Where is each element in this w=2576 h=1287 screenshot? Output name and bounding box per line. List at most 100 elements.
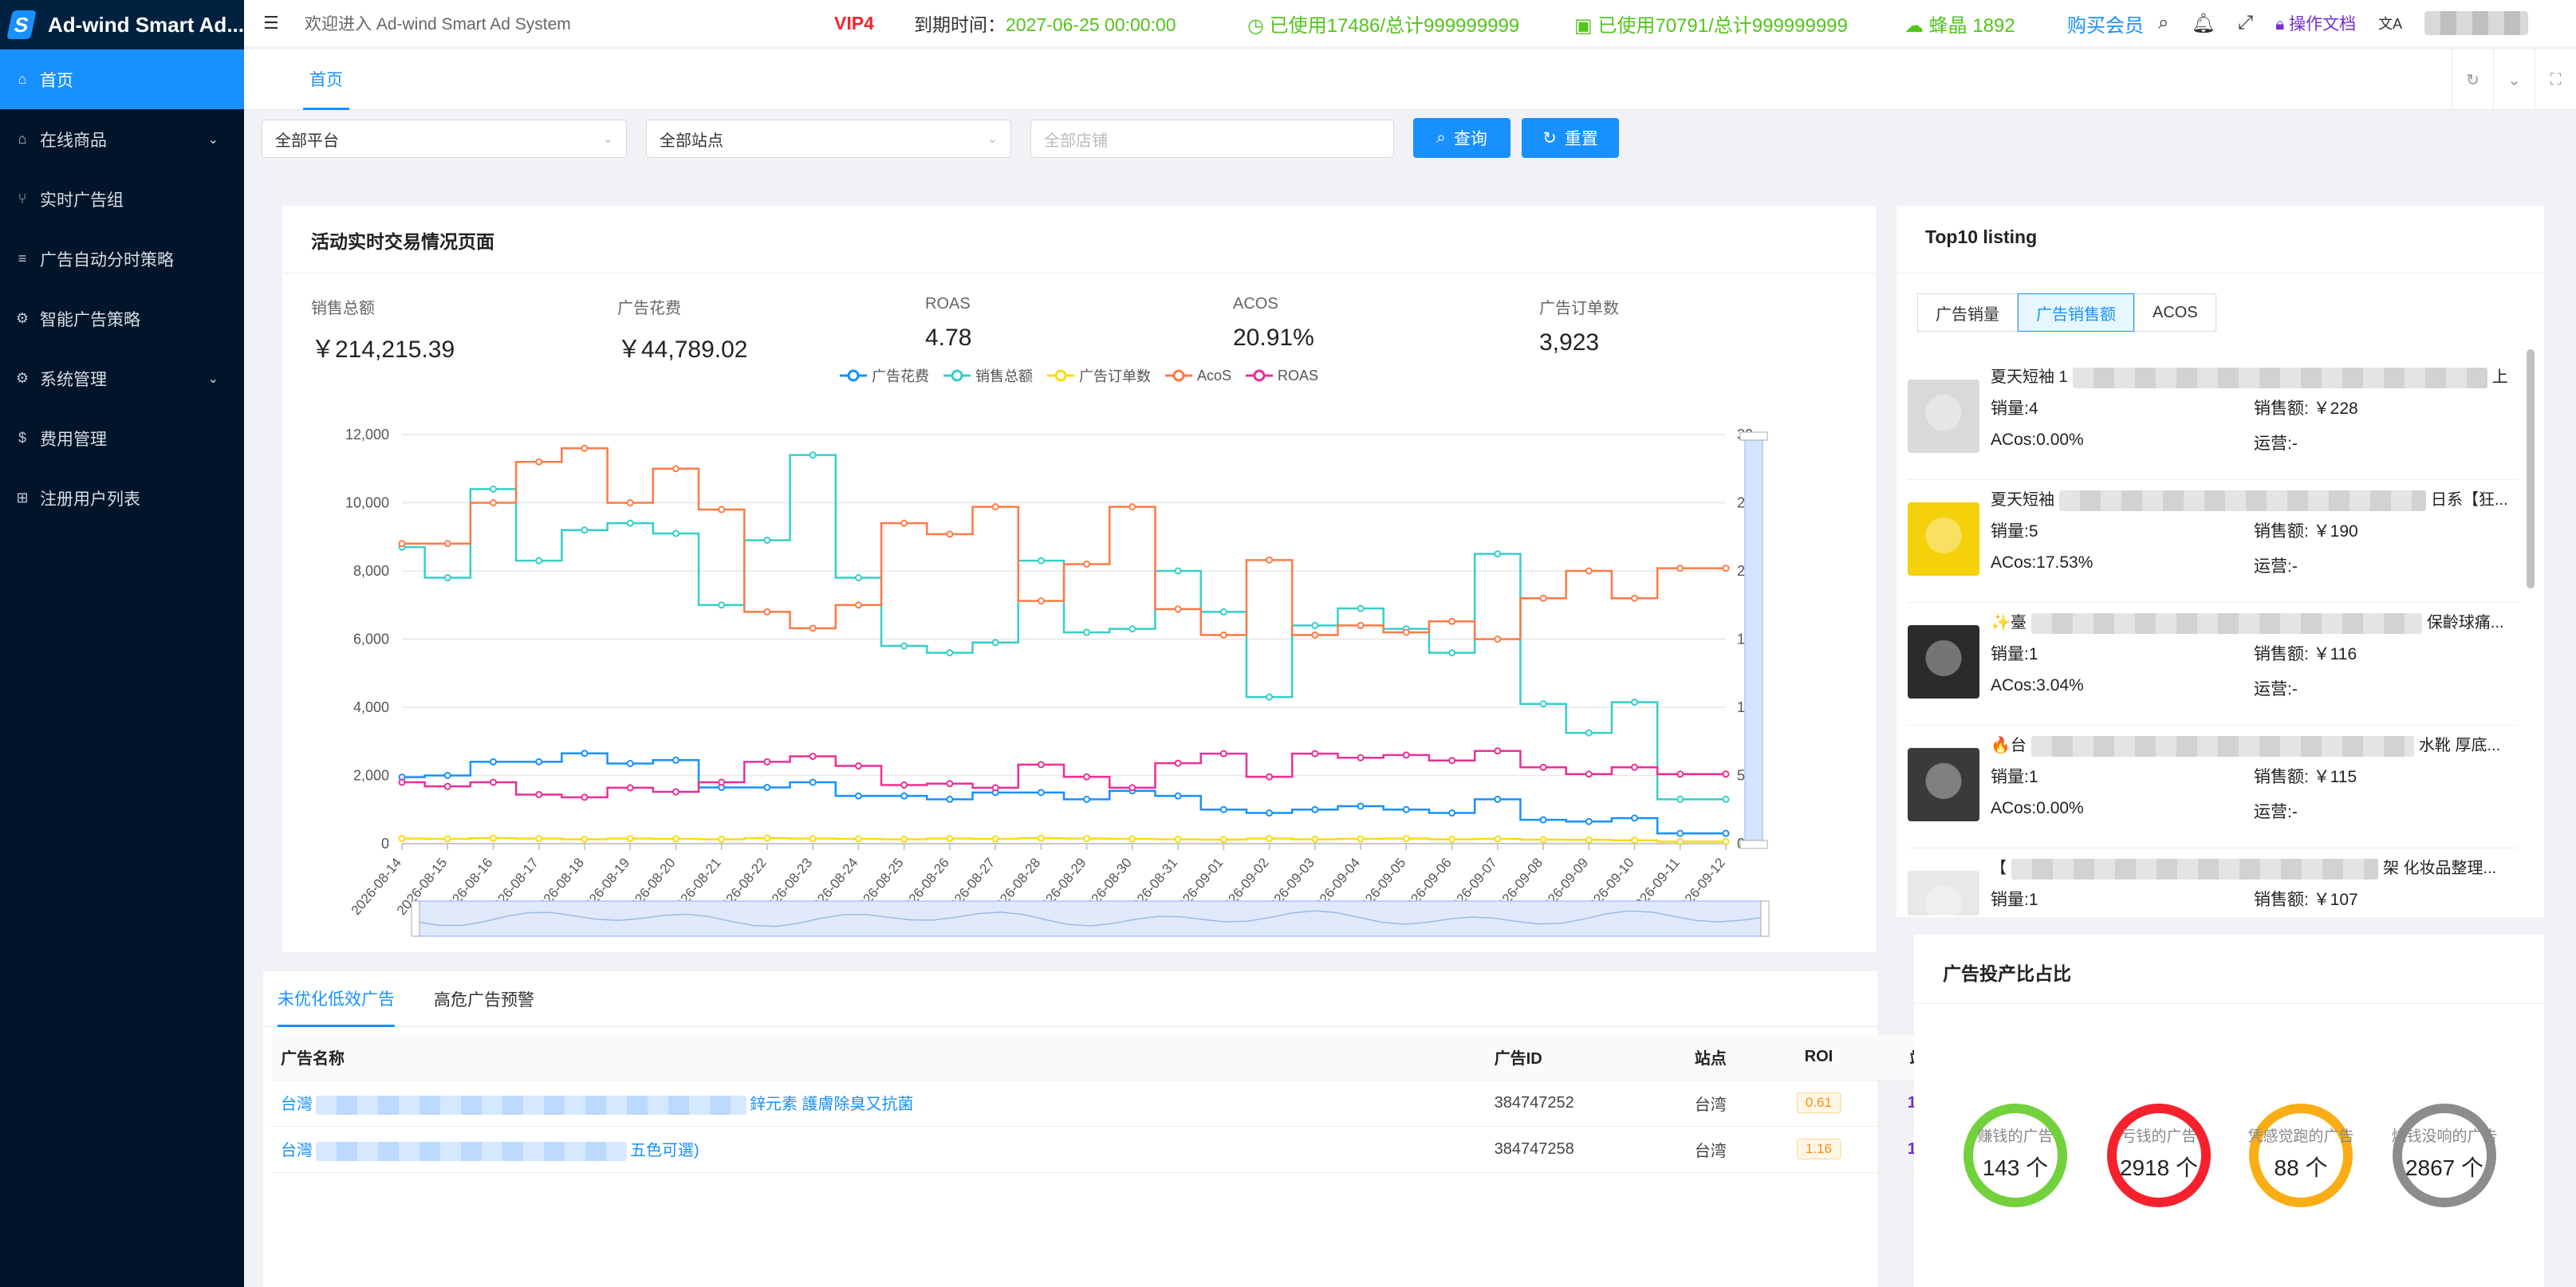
app-logo[interactable]: S Ad-wind Smart Ad... (0, 0, 244, 49)
bell-icon[interactable]: 🔔︎ (2191, 12, 2215, 35)
data-point[interactable] (718, 601, 726, 609)
data-point[interactable] (1037, 597, 1045, 605)
product-name[interactable]: 【 架 化妆品整理... (1991, 855, 2509, 880)
list-item[interactable]: ✨臺 保齡球痛... 销量:1 销售额: ￥116 ACos:3.04% 运营:- (1908, 603, 2518, 726)
data-point[interactable] (718, 506, 726, 514)
data-point[interactable] (854, 835, 862, 843)
data-point[interactable] (809, 835, 817, 843)
data-point[interactable] (854, 792, 862, 800)
search-icon[interactable]: ⌕ (2158, 12, 2168, 34)
product-thumbnail[interactable] (1908, 871, 1979, 915)
data-point[interactable] (398, 540, 406, 548)
data-point[interactable] (1722, 829, 1730, 837)
product-thumbnail[interactable] (1908, 502, 1979, 576)
data-point[interactable] (946, 795, 954, 803)
data-point[interactable] (1448, 835, 1456, 843)
data-point[interactable] (535, 458, 543, 466)
data-point[interactable] (1266, 773, 1274, 781)
data-point[interactable] (1128, 625, 1136, 633)
shop-input[interactable]: 全部店铺 (1030, 120, 1394, 158)
language-icon[interactable]: 文A (2378, 13, 2402, 33)
product-name[interactable]: 🔥台 水靴 厚底... (1991, 732, 2509, 757)
ad-name-cell[interactable]: 台灣 鋅元素 護膚除臭又抗菌 (271, 1080, 1485, 1127)
data-point[interactable] (1311, 631, 1319, 639)
column-header[interactable]: 站点 (1653, 1035, 1767, 1080)
data-point[interactable] (718, 778, 726, 786)
data-point[interactable] (1448, 649, 1456, 657)
data-point[interactable] (1631, 594, 1639, 602)
data-point[interactable] (581, 835, 589, 843)
column-header[interactable]: 广告名称 (271, 1035, 1485, 1080)
data-point[interactable] (1219, 836, 1227, 844)
data-point[interactable] (1585, 729, 1593, 737)
reset-button[interactable]: ↻ 重置 (1522, 118, 1619, 158)
data-point[interactable] (946, 649, 954, 657)
data-point[interactable] (900, 835, 908, 843)
data-point[interactable] (1585, 770, 1593, 778)
data-point[interactable] (763, 783, 771, 791)
sidebar-item-5[interactable]: ⚙ 系统管理 ⌄ (0, 348, 244, 408)
buy-membership-link[interactable]: 购买会员 (2067, 10, 2144, 37)
data-point[interactable] (1676, 829, 1684, 837)
chevron-down-icon[interactable]: ⌄ (2493, 49, 2535, 110)
list-item[interactable]: 【 架 化妆品整理... 销量:1 销售额: ￥107 (1908, 848, 2518, 915)
data-point[interactable] (1266, 693, 1274, 701)
data-point[interactable] (763, 758, 771, 766)
sidebar-item-4[interactable]: ⚙ 智能广告策略 (0, 289, 244, 348)
sidebar-item-6[interactable]: $ 费用管理 (0, 408, 244, 468)
data-point[interactable] (1128, 784, 1136, 792)
data-point[interactable] (718, 835, 726, 843)
data-point[interactable] (1494, 747, 1502, 755)
datazoom-handle-right[interactable] (1760, 900, 1770, 937)
ad-name-link[interactable]: 台灣 五色可選) (281, 1141, 699, 1161)
column-header[interactable]: 广告ID (1484, 1035, 1654, 1080)
fullscreen-icon[interactable]: ⤢ (2238, 12, 2253, 34)
data-point[interactable] (1631, 763, 1639, 771)
data-point[interactable] (1676, 565, 1684, 573)
table-row[interactable]: 台灣五色可選)384747258台湾1.1619.3199TWD 237.94 (271, 1126, 2115, 1173)
docs-link[interactable]: 🔒︎ 操作文档 (2275, 11, 2356, 35)
data-point[interactable] (1128, 835, 1136, 843)
data-point[interactable] (900, 519, 908, 527)
data-point[interactable] (1266, 556, 1274, 564)
data-point[interactable] (763, 537, 771, 545)
zoom-handle-top[interactable] (1739, 431, 1768, 441)
data-point[interactable] (626, 499, 634, 506)
data-point[interactable] (1037, 789, 1045, 797)
data-point[interactable] (1448, 809, 1456, 817)
data-point[interactable] (1357, 621, 1365, 629)
data-point[interactable] (991, 503, 999, 511)
data-point[interactable] (1037, 557, 1045, 565)
data-point[interactable] (1448, 617, 1456, 625)
tab-home[interactable]: 首页 (303, 49, 349, 110)
platform-select[interactable]: 全部平台 ⌄ (262, 120, 627, 158)
data-point[interactable] (1494, 550, 1502, 558)
data-point[interactable] (626, 835, 634, 843)
data-point[interactable] (1494, 795, 1502, 803)
data-point[interactable] (535, 835, 543, 843)
sidebar-item-2[interactable]: ⑂ 实时广告组 (0, 169, 244, 229)
data-point[interactable] (1448, 757, 1456, 765)
roi-ring[interactable]: 亏钱的广告 2918 个 (2107, 1104, 2211, 1207)
data-point[interactable] (1722, 795, 1730, 803)
ad-name-link[interactable]: 台灣 鋅元素 護膚除臭又抗菌 (281, 1095, 914, 1115)
column-header[interactable]: ROI (1767, 1035, 1871, 1080)
list-item[interactable]: 🔥台 水靴 厚底... 销量:1 销售额: ￥115 ACos:0.00% 运营:- (1908, 726, 2518, 848)
data-point[interactable] (489, 758, 497, 766)
vertical-zoom-slider[interactable] (1744, 436, 1763, 844)
data-point[interactable] (1311, 835, 1319, 843)
sidebar-item-7[interactable]: ⊞ 注册用户列表 (0, 468, 244, 528)
data-point[interactable] (1174, 835, 1182, 843)
data-point[interactable] (1494, 636, 1502, 643)
data-point[interactable] (991, 639, 999, 647)
data-point[interactable] (1539, 763, 1547, 771)
data-point[interactable] (1402, 835, 1410, 843)
data-point[interactable] (1357, 835, 1365, 843)
data-point[interactable] (1174, 792, 1182, 800)
data-point[interactable] (809, 753, 817, 761)
data-point[interactable] (581, 793, 589, 801)
data-point[interactable] (1539, 594, 1547, 602)
data-point[interactable] (1311, 621, 1319, 629)
data-point[interactable] (535, 758, 543, 766)
data-point[interactable] (443, 772, 451, 779)
